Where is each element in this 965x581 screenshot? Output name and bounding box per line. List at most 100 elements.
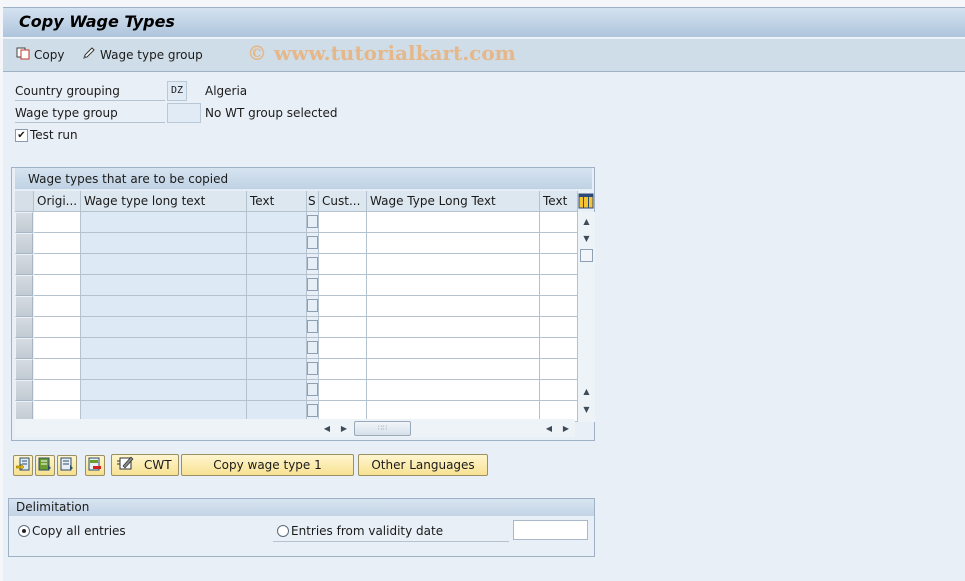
entries-from-validity-date-radio[interactable] <box>277 525 289 537</box>
row-selector[interactable] <box>15 275 33 296</box>
page-down-icon[interactable]: ▼ <box>579 402 594 418</box>
row-selector[interactable] <box>15 212 33 233</box>
table-cell[interactable] <box>367 212 540 233</box>
row-selector[interactable] <box>15 338 33 359</box>
table-cell[interactable] <box>540 296 578 317</box>
table-cell[interactable] <box>367 359 540 380</box>
row-checkbox[interactable] <box>307 299 318 312</box>
row-checkbox[interactable] <box>307 278 318 291</box>
table-cell[interactable] <box>540 275 578 296</box>
cwt-button[interactable]: CWT <box>111 454 179 476</box>
table-cell[interactable] <box>319 275 367 296</box>
table-cell[interactable] <box>307 380 319 401</box>
table-cell[interactable] <box>307 212 319 233</box>
delete-row-button[interactable] <box>85 455 105 476</box>
table-cell[interactable] <box>540 233 578 254</box>
test-run-checkbox[interactable]: ✔ <box>15 129 28 142</box>
table-cell[interactable] <box>540 338 578 359</box>
table-cell[interactable] <box>367 296 540 317</box>
column-header-customer-long-text[interactable]: Wage Type Long Text <box>367 191 540 212</box>
scroll-right-end-icon[interactable]: ▶ <box>559 421 573 436</box>
table-cell[interactable] <box>319 338 367 359</box>
row-selector[interactable] <box>15 317 33 338</box>
wage-type-group-button[interactable]: Wage type group <box>82 47 203 63</box>
deselect-all-button[interactable] <box>57 455 77 476</box>
vertical-scrollbar[interactable]: ▲ ▼ ▲ ▼ <box>578 212 595 422</box>
scroll-left-end-icon[interactable]: ◀ <box>542 421 556 436</box>
table-cell[interactable] <box>34 338 81 359</box>
scroll-left-icon[interactable]: ◀ <box>320 421 334 436</box>
table-cell[interactable] <box>307 254 319 275</box>
table-cell[interactable] <box>367 275 540 296</box>
table-cell[interactable] <box>34 275 81 296</box>
scroll-right-icon[interactable]: ▶ <box>337 421 351 436</box>
copy-button[interactable]: Copy <box>16 47 64 63</box>
table-cell[interactable] <box>307 359 319 380</box>
column-header-text[interactable]: Text <box>247 191 307 212</box>
table-cell[interactable] <box>367 380 540 401</box>
table-cell[interactable] <box>367 338 540 359</box>
row-selector[interactable] <box>15 359 33 380</box>
validity-date-input[interactable] <box>513 520 588 540</box>
table-cell[interactable] <box>319 296 367 317</box>
table-cell[interactable] <box>540 212 578 233</box>
row-checkbox[interactable] <box>307 320 318 333</box>
row-checkbox[interactable] <box>307 236 318 249</box>
scroll-down-icon[interactable]: ▼ <box>579 231 594 247</box>
scroll-thumb[interactable] <box>580 249 593 262</box>
row-checkbox[interactable] <box>307 404 318 417</box>
column-settings-icon[interactable] <box>578 192 594 210</box>
wage-type-group-input[interactable] <box>167 103 201 123</box>
table-cell[interactable] <box>319 254 367 275</box>
table-cell[interactable] <box>307 296 319 317</box>
select-all-button[interactable] <box>35 455 55 476</box>
row-checkbox[interactable] <box>307 362 318 375</box>
table-cell[interactable] <box>34 380 81 401</box>
table-cell[interactable] <box>307 338 319 359</box>
table-cell[interactable] <box>34 233 81 254</box>
table-cell[interactable] <box>34 254 81 275</box>
copy-all-entries-radio[interactable] <box>18 525 30 537</box>
table-cell[interactable] <box>307 317 319 338</box>
table-cell[interactable] <box>34 212 81 233</box>
scroll-up-icon[interactable]: ▲ <box>579 214 594 230</box>
row-selector[interactable] <box>15 233 33 254</box>
table-cell[interactable] <box>367 254 540 275</box>
copy-wage-type-button[interactable]: Copy wage type 1 <box>181 454 354 476</box>
table-cell[interactable] <box>540 380 578 401</box>
page-up-icon[interactable]: ▲ <box>579 384 594 400</box>
horizontal-scrollbar[interactable]: ◀ ▶ ∷∷ ◀ ▶ <box>15 419 575 437</box>
table-cell[interactable] <box>34 317 81 338</box>
row-checkbox[interactable] <box>307 257 318 270</box>
table-cell[interactable] <box>319 317 367 338</box>
row-checkbox[interactable] <box>307 341 318 354</box>
row-checkbox[interactable] <box>307 383 318 396</box>
row-selector[interactable] <box>15 380 33 401</box>
table-cell[interactable] <box>540 359 578 380</box>
column-header-customer[interactable]: Cust... <box>319 191 367 212</box>
insert-row-button[interactable] <box>13 455 33 476</box>
country-grouping-input[interactable]: DZ <box>167 81 187 101</box>
table-cell[interactable] <box>319 212 367 233</box>
table-cell[interactable] <box>367 233 540 254</box>
horizontal-scroll-thumb[interactable]: ∷∷ <box>354 421 411 436</box>
row-selector[interactable] <box>15 254 33 275</box>
column-header-customer-text[interactable]: Text <box>540 191 578 212</box>
table-cell[interactable] <box>34 359 81 380</box>
row-checkbox[interactable] <box>307 215 318 228</box>
column-header-s[interactable]: S <box>307 191 319 212</box>
table-cell[interactable] <box>540 317 578 338</box>
other-languages-button[interactable]: Other Languages <box>358 454 488 476</box>
table-cell[interactable] <box>307 233 319 254</box>
column-header-wage-type-long-text[interactable]: Wage type long text <box>81 191 247 212</box>
column-header-original[interactable]: Origi... <box>34 191 81 212</box>
table-cell[interactable] <box>34 296 81 317</box>
row-selector[interactable] <box>15 296 33 317</box>
table-cell[interactable] <box>319 380 367 401</box>
table-cell[interactable] <box>319 359 367 380</box>
table-cell[interactable] <box>319 233 367 254</box>
table-cell[interactable] <box>307 275 319 296</box>
select-all-rows-corner[interactable] <box>15 191 34 212</box>
table-cell[interactable] <box>540 254 578 275</box>
table-cell[interactable] <box>367 317 540 338</box>
